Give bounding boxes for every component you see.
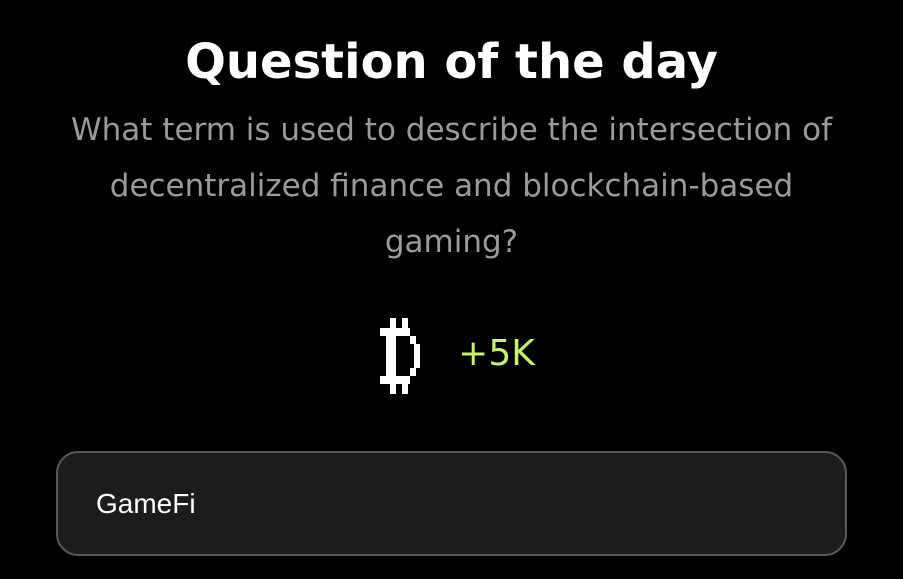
question-of-the-day-screen: Question of the day What term is used to…	[0, 0, 903, 579]
pixel-coin-icon	[380, 318, 421, 394]
answer-field-container[interactable]	[56, 451, 847, 556]
reward-amount: +5K	[458, 333, 535, 374]
question-text: What term is used to describe the inters…	[70, 112, 833, 260]
page-title: Question of the day	[185, 34, 718, 90]
answer-input[interactable]	[58, 453, 845, 554]
reward-row: +5K	[0, 318, 903, 394]
